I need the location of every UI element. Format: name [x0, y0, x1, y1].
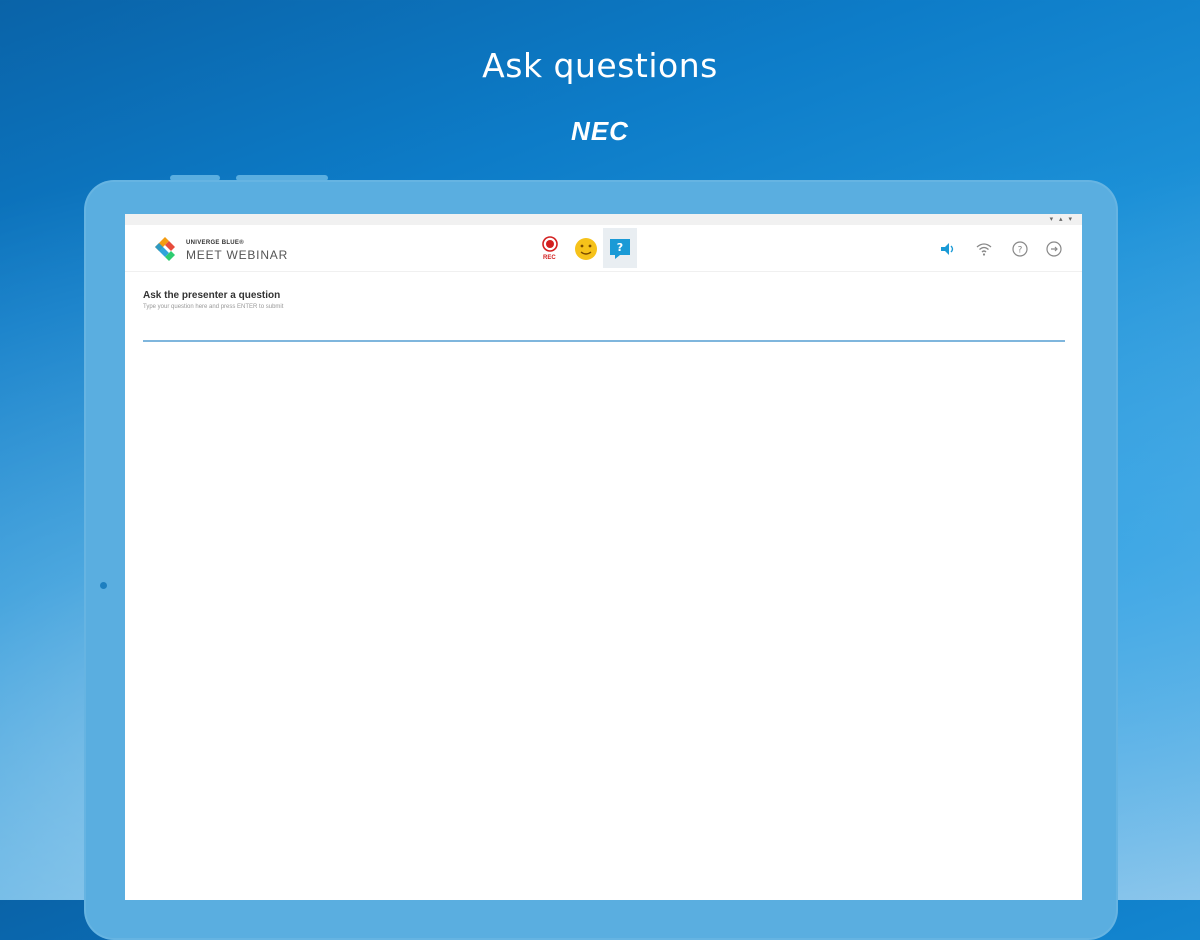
- tablet-camera: [100, 582, 107, 589]
- connection-button[interactable]: [974, 239, 994, 259]
- record-label: REC: [543, 255, 556, 261]
- help-icon: ?: [1012, 241, 1028, 257]
- exit-button[interactable]: [1044, 239, 1064, 259]
- exit-icon: [1046, 241, 1062, 257]
- questions-button[interactable]: ?: [603, 228, 637, 268]
- question-panel-hint: Type your question here and press ENTER …: [143, 304, 284, 310]
- app-logo-icon: [155, 237, 175, 261]
- logo-product-text: MEET WEBINAR: [186, 248, 289, 262]
- question-panel-title: Ask the presenter a question: [143, 290, 281, 301]
- app-screen: ▾ ▴ ▾ UNIVERGE BLUE® MEET WEBINAR REC ? …: [125, 214, 1082, 900]
- app-toolbar: UNIVERGE BLUE® MEET WEBINAR REC ? ?: [125, 225, 1082, 272]
- wifi-icon: [976, 243, 992, 256]
- emoji-reaction-icon: [575, 238, 597, 260]
- question-panel: Ask the presenter a question Type your q…: [143, 290, 1065, 342]
- toolbar-right-group: ?: [938, 239, 1068, 259]
- volume-icon: [941, 243, 954, 255]
- volume-button[interactable]: [938, 239, 958, 259]
- logo-brand-text: UNIVERGE BLUE®: [186, 240, 244, 246]
- status-icons: ▾ ▴ ▾: [1049, 216, 1074, 223]
- brand-logo: NEC: [571, 116, 629, 146]
- record-button[interactable]: REC: [535, 228, 569, 268]
- headline: Ask questions: [482, 46, 718, 85]
- status-bar: ▾ ▴ ▾: [125, 214, 1082, 225]
- svg-text:?: ?: [617, 241, 623, 254]
- svg-text:?: ?: [1018, 246, 1023, 256]
- help-button[interactable]: ?: [1010, 239, 1030, 259]
- question-chat-icon: ?: [610, 239, 630, 259]
- question-input[interactable]: [143, 320, 1065, 342]
- record-icon: [542, 236, 558, 252]
- emoji-reaction-button[interactable]: [569, 228, 603, 268]
